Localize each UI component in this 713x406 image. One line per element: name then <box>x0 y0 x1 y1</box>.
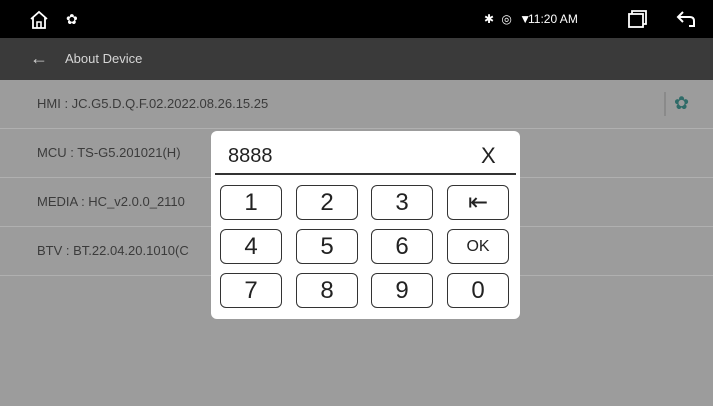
key-7[interactable]: 7 <box>220 273 282 308</box>
backspace-key[interactable]: ⇤ <box>447 185 509 220</box>
page-title: About Device <box>65 51 143 66</box>
password-dialog: 8888 X 1 2 3 ⇤ 4 5 6 OK 7 8 9 0 <box>211 131 520 319</box>
clock: 11:20 AM <box>528 12 578 26</box>
key-5[interactable]: 5 <box>296 229 358 264</box>
close-button[interactable]: X <box>481 143 496 169</box>
key-1[interactable]: 1 <box>220 185 282 220</box>
connectivity-icons: ✱ ◎ ▼ <box>484 12 534 26</box>
entry-underline <box>215 173 516 175</box>
info-row-hmi: HMI : JC.G5.D.Q.F.02.2022.08.26.15.25 ✿ <box>0 80 713 129</box>
key-9[interactable]: 9 <box>371 273 433 308</box>
gear-icon: ✿ <box>66 11 78 27</box>
ok-key[interactable]: OK <box>447 229 509 264</box>
app-bar: ← About Device <box>0 38 713 80</box>
back-icon[interactable] <box>675 9 697 29</box>
info-label: MEDIA : HC_v2.0.0_2110 <box>37 194 185 209</box>
info-label: BTV : BT.22.04.20.1010(C <box>37 243 189 258</box>
password-entry[interactable]: 8888 <box>228 143 273 169</box>
home-icon[interactable] <box>28 9 50 31</box>
gear-icon: ✿ <box>674 93 690 113</box>
back-arrow-icon[interactable]: ← <box>30 48 48 68</box>
key-3[interactable]: 3 <box>371 185 433 220</box>
settings-button[interactable]: ✿ <box>664 92 690 116</box>
key-4[interactable]: 4 <box>220 229 282 264</box>
key-6[interactable]: 6 <box>371 229 433 264</box>
key-2[interactable]: 2 <box>296 185 358 220</box>
recents-icon[interactable] <box>627 9 647 29</box>
key-8[interactable]: 8 <box>296 273 358 308</box>
info-label: HMI : JC.G5.D.Q.F.02.2022.08.26.15.25 <box>37 96 269 111</box>
info-label: MCU : TS-G5.201021(H) <box>37 145 181 160</box>
key-0[interactable]: 0 <box>447 273 509 308</box>
status-bar: ✿ ✱ ◎ ▼ 11:20 AM <box>0 0 713 38</box>
